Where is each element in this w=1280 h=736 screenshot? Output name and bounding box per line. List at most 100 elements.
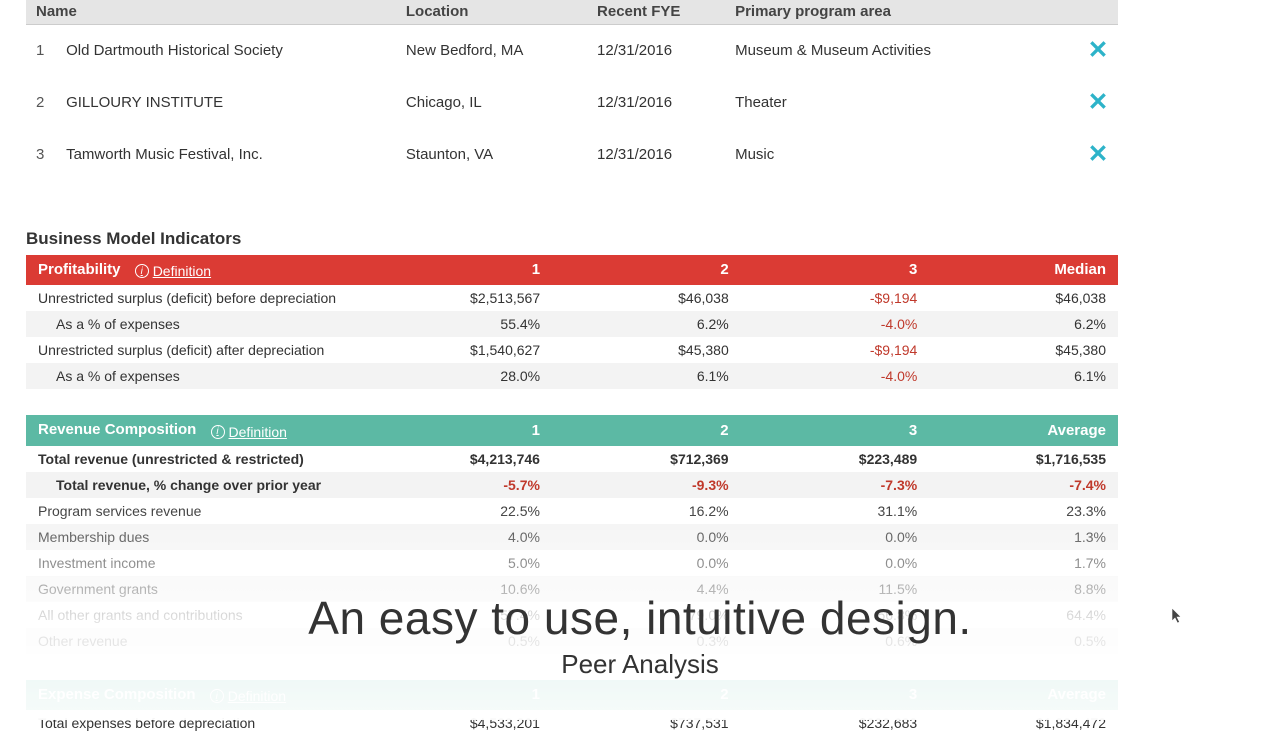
- table-row: 3Tamworth Music Festival, Inc.Staunton, …: [26, 129, 1118, 181]
- cursor-icon: [1170, 607, 1184, 628]
- row-value: -$9,194: [741, 337, 930, 363]
- table-row: Program services revenue22.5%16.2%31.1%2…: [26, 498, 1118, 524]
- org-program: Music: [725, 129, 1044, 181]
- row-label: As a % of expenses: [26, 363, 363, 389]
- row-label: Unrestricted surplus (deficit) before de…: [26, 285, 363, 311]
- table-row: Investment income5.0%0.0%0.0%1.7%: [26, 550, 1118, 576]
- org-name[interactable]: Old Dartmouth Historical Society: [56, 24, 396, 77]
- row-value: -7.4%: [929, 472, 1118, 498]
- row-value: $1,716,535: [929, 446, 1118, 472]
- col-actions: [1044, 0, 1118, 24]
- org-name[interactable]: Tamworth Music Festival, Inc.: [56, 129, 396, 181]
- table-row: Unrestricted surplus (deficit) after dep…: [26, 337, 1118, 363]
- org-fye: 12/31/2016: [587, 129, 725, 181]
- info-icon: i: [210, 689, 224, 703]
- org-program: Museum & Museum Activities: [725, 24, 1044, 77]
- row-value: 0.0%: [552, 524, 741, 550]
- row-value: $712,369: [552, 446, 741, 472]
- col-1: 1: [363, 680, 552, 711]
- row-value: $45,380: [552, 337, 741, 363]
- row-value: -7.3%: [741, 472, 930, 498]
- row-value: 4.4%: [552, 576, 741, 602]
- profitability-label: Profitability: [38, 261, 121, 278]
- row-value: $46,038: [929, 285, 1118, 311]
- table-row: Membership dues4.0%0.0%0.0%1.3%: [26, 524, 1118, 550]
- table-row: 1Old Dartmouth Historical SocietyNew Bed…: [26, 24, 1118, 77]
- row-value: 57.4%: [363, 602, 552, 628]
- row-value: 23.3%: [929, 498, 1118, 524]
- col-2: 2: [552, 255, 741, 286]
- row-label: Membership dues: [26, 524, 363, 550]
- profitability-table: Profitability iDefinition 1 2 3 Median U…: [26, 255, 1118, 390]
- row-value: 1.7%: [929, 550, 1118, 576]
- row-value: $223,489: [741, 446, 930, 472]
- table-row: Total expenses before depreciation$4,533…: [26, 710, 1118, 736]
- col-average: Average: [929, 415, 1118, 446]
- row-value: -9.3%: [552, 472, 741, 498]
- table-row: Other revenue0.5%0.3%0.6%0.5%: [26, 628, 1118, 654]
- row-value: -4.0%: [741, 363, 930, 389]
- col-3: 3: [741, 255, 930, 286]
- row-value: 6.1%: [929, 363, 1118, 389]
- expense-header: Expense Composition iDefinition: [26, 680, 363, 711]
- row-value: -4.0%: [741, 311, 930, 337]
- row-value: $1,834,472: [929, 710, 1118, 736]
- col-2: 2: [552, 680, 741, 711]
- col-2: 2: [552, 415, 741, 446]
- row-label: Investment income: [26, 550, 363, 576]
- org-location: Chicago, IL: [396, 77, 587, 129]
- row-value: 56.8%: [741, 602, 930, 628]
- row-value: 11.5%: [741, 576, 930, 602]
- table-row: Unrestricted surplus (deficit) before de…: [26, 285, 1118, 311]
- row-value: 6.1%: [552, 363, 741, 389]
- row-value: 0.0%: [741, 550, 930, 576]
- row-label: Total expenses before depreciation: [26, 710, 363, 736]
- row-value: $1,540,627: [363, 337, 552, 363]
- row-value: 0.0%: [552, 550, 741, 576]
- col-1: 1: [363, 255, 552, 286]
- revenue-header: Revenue Composition iDefinition: [26, 415, 363, 446]
- definition-link[interactable]: iDefinition: [210, 688, 286, 704]
- row-value: 0.5%: [363, 628, 552, 654]
- expense-label: Expense Composition: [38, 686, 196, 703]
- definition-link[interactable]: iDefinition: [211, 424, 287, 440]
- row-value: 4.0%: [363, 524, 552, 550]
- row-value: 0.3%: [552, 628, 741, 654]
- row-label: Government grants: [26, 576, 363, 602]
- row-value: 1.3%: [929, 524, 1118, 550]
- row-label: Total revenue (unrestricted & restricted…: [26, 446, 363, 472]
- row-value: 10.6%: [363, 576, 552, 602]
- org-program: Theater: [725, 77, 1044, 129]
- col-3: 3: [741, 415, 930, 446]
- row-value: 16.2%: [552, 498, 741, 524]
- row-value: 6.2%: [929, 311, 1118, 337]
- remove-button[interactable]: [1088, 91, 1108, 111]
- definition-link[interactable]: iDefinition: [135, 263, 211, 279]
- row-value: -$9,194: [741, 285, 930, 311]
- row-value: $737,531: [552, 710, 741, 736]
- col-1: 1: [363, 415, 552, 446]
- col-location: Location: [396, 0, 587, 24]
- row-value: $232,683: [741, 710, 930, 736]
- remove-button[interactable]: [1088, 39, 1108, 59]
- org-fye: 12/31/2016: [587, 24, 725, 77]
- revenue-label: Revenue Composition: [38, 421, 196, 438]
- row-value: $45,380: [929, 337, 1118, 363]
- row-value: $4,213,746: [363, 446, 552, 472]
- peer-table: Name Location Recent FYE Primary program…: [26, 0, 1118, 181]
- row-value: 28.0%: [363, 363, 552, 389]
- row-value: 79.0%: [552, 602, 741, 628]
- org-name[interactable]: GILLOURY INSTITUTE: [56, 77, 396, 129]
- row-value: 0.5%: [929, 628, 1118, 654]
- table-row: Government grants10.6%4.4%11.5%8.8%: [26, 576, 1118, 602]
- org-location: Staunton, VA: [396, 129, 587, 181]
- remove-button[interactable]: [1088, 143, 1108, 163]
- row-index: 2: [26, 77, 56, 129]
- row-value: 6.2%: [552, 311, 741, 337]
- row-value: 8.8%: [929, 576, 1118, 602]
- row-label: Program services revenue: [26, 498, 363, 524]
- row-value: $46,038: [552, 285, 741, 311]
- row-index: 1: [26, 24, 56, 77]
- table-row: Total revenue, % change over prior year-…: [26, 472, 1118, 498]
- org-fye: 12/31/2016: [587, 77, 725, 129]
